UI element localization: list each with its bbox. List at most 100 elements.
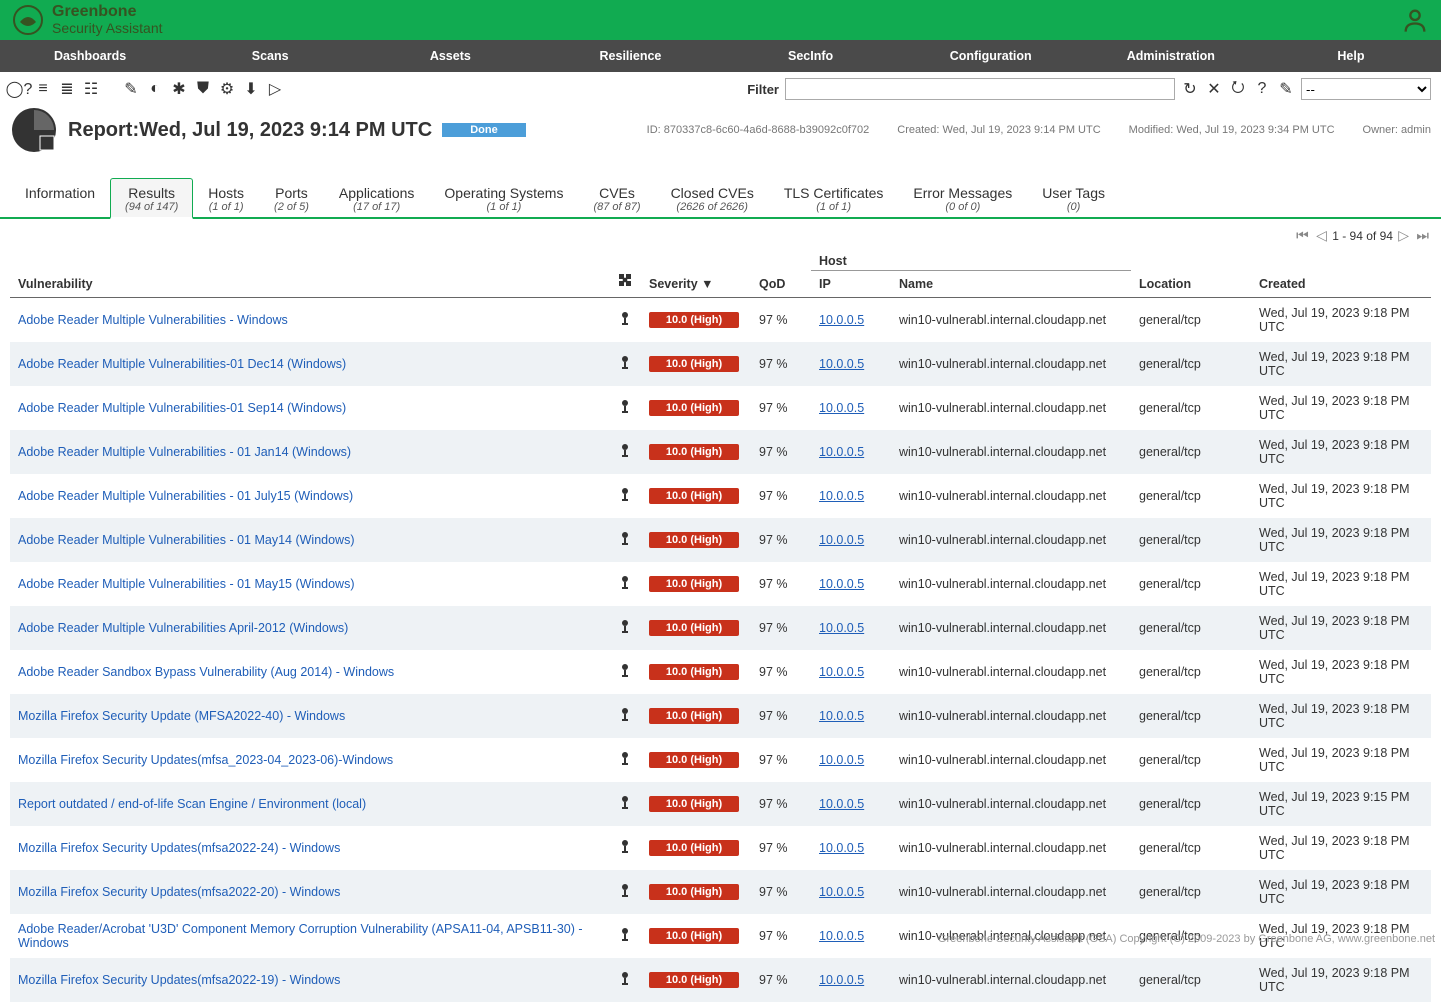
solution-type-icon[interactable]: [617, 707, 633, 723]
solution-type-icon[interactable]: [617, 575, 633, 591]
vulnerability-link[interactable]: Adobe Reader Multiple Vulnerabilities - …: [18, 313, 288, 327]
host-ip-link[interactable]: 10.0.0.5: [819, 665, 864, 679]
filter-refresh-icon[interactable]: ↻: [1181, 80, 1199, 98]
filter-reset-icon[interactable]: ⭮: [1229, 80, 1247, 98]
vulnerability-link[interactable]: Mozilla Firefox Security Updates(mfsa202…: [18, 973, 340, 987]
tab-tls-certificates[interactable]: TLS Certificates(1 of 1): [769, 178, 899, 217]
solution-type-icon[interactable]: [617, 883, 633, 899]
vulnerability-link[interactable]: Adobe Reader Multiple Vulnerabilities - …: [18, 489, 353, 503]
host-ip-link[interactable]: 10.0.0.5: [819, 357, 864, 371]
vulnerability-link[interactable]: Mozilla Firefox Security Updates(mfsa_20…: [18, 753, 393, 767]
host-ip-link[interactable]: 10.0.0.5: [819, 489, 864, 503]
filter-clear-icon[interactable]: ✕: [1205, 80, 1223, 98]
run-icon[interactable]: ▷: [266, 80, 284, 98]
tab-closed-cves[interactable]: Closed CVEs(2626 of 2626): [656, 178, 769, 217]
nav-assets[interactable]: Assets: [360, 40, 540, 72]
list-icon[interactable]: ≡: [34, 80, 52, 98]
nav-scans[interactable]: Scans: [180, 40, 360, 72]
vulnerability-link[interactable]: Adobe Reader Multiple Vulnerabilities - …: [18, 577, 355, 591]
filter-edit-icon[interactable]: ✎: [1277, 80, 1295, 98]
tab-user-tags[interactable]: User Tags(0): [1027, 178, 1120, 217]
nav-secinfo[interactable]: SecInfo: [721, 40, 901, 72]
bug-icon[interactable]: ✱: [170, 80, 188, 98]
solution-type-icon[interactable]: [617, 619, 633, 635]
solution-type-icon[interactable]: [617, 971, 633, 987]
vulnerability-link[interactable]: Adobe Reader Sandbox Bypass Vulnerabilit…: [18, 665, 394, 679]
nav-dashboards[interactable]: Dashboards: [0, 40, 180, 72]
solution-type-icon[interactable]: [617, 487, 633, 503]
tab-hosts[interactable]: Hosts(1 of 1): [193, 178, 259, 217]
pager-last-icon[interactable]: ⏭: [1414, 227, 1431, 243]
solution-type-icon[interactable]: [617, 751, 633, 767]
host-ip-link[interactable]: 10.0.0.5: [819, 973, 864, 987]
solution-type-icon[interactable]: [617, 399, 633, 415]
vulnerability-link[interactable]: Adobe Reader Multiple Vulnerabilities-01…: [18, 401, 346, 415]
download-icon[interactable]: ⬇: [242, 80, 260, 98]
target-icon[interactable]: ⚙: [218, 80, 236, 98]
filter-input[interactable]: [785, 78, 1175, 100]
solution-type-icon[interactable]: [617, 443, 633, 459]
tab-information[interactable]: Information: [10, 178, 110, 217]
filter-select[interactable]: --: [1301, 78, 1431, 100]
solution-type-icon[interactable]: [617, 311, 633, 327]
solution-type-icon[interactable]: [617, 355, 633, 371]
host-ip-link[interactable]: 10.0.0.5: [819, 885, 864, 899]
col-hostname[interactable]: Name: [891, 271, 1131, 298]
host-ip-link[interactable]: 10.0.0.5: [819, 621, 864, 635]
host-ip-link[interactable]: 10.0.0.5: [819, 445, 864, 459]
vulnerability-link[interactable]: Mozilla Firefox Security Updates(mfsa202…: [18, 841, 340, 855]
vulnerability-link[interactable]: Adobe Reader Multiple Vulnerabilities - …: [18, 445, 351, 459]
solution-type-icon[interactable]: [617, 663, 633, 679]
vulnerability-link[interactable]: Adobe Reader Multiple Vulnerabilities-01…: [18, 357, 346, 371]
vulnerability-link[interactable]: Mozilla Firefox Security Update (MFSA202…: [18, 709, 345, 723]
host-ip-link[interactable]: 10.0.0.5: [819, 313, 864, 327]
nav-administration[interactable]: Administration: [1081, 40, 1261, 72]
col-created[interactable]: Created: [1251, 248, 1431, 298]
filter-help-icon[interactable]: ?: [1253, 80, 1271, 98]
list2-icon[interactable]: ≣: [58, 80, 76, 98]
pager-next-icon[interactable]: ▷: [1396, 227, 1411, 243]
col-qod[interactable]: QoD: [751, 248, 811, 298]
nav-help[interactable]: Help: [1261, 40, 1441, 72]
user-menu-icon[interactable]: [1401, 6, 1429, 34]
col-location[interactable]: Location: [1131, 248, 1251, 298]
tab-cves[interactable]: CVEs(87 of 87): [578, 178, 655, 217]
host-ip-link[interactable]: 10.0.0.5: [819, 709, 864, 723]
host-ip-link[interactable]: 10.0.0.5: [819, 401, 864, 415]
vulnerability-link[interactable]: Adobe Reader Multiple Vulnerabilities - …: [18, 533, 355, 547]
vulnerability-link[interactable]: Adobe Reader/Acrobat 'U3D' Component Mem…: [18, 922, 583, 950]
solution-type-icon[interactable]: [617, 927, 633, 943]
tab-applications[interactable]: Applications(17 of 17): [324, 178, 430, 217]
host-ip-link[interactable]: 10.0.0.5: [819, 929, 864, 943]
help-icon[interactable]: ◯?: [10, 80, 28, 98]
nav-resilience[interactable]: Resilience: [540, 40, 720, 72]
col-ip[interactable]: IP: [811, 271, 891, 298]
world-icon[interactable]: ◐: [146, 80, 164, 98]
col-solution-icon[interactable]: [609, 248, 641, 298]
solution-type-icon[interactable]: [617, 795, 633, 811]
tab-ports[interactable]: Ports(2 of 5): [259, 178, 324, 217]
vulnerability-link[interactable]: Report outdated / end-of-life Scan Engin…: [18, 797, 366, 811]
toolbar-row: ◯? ≡ ≣ ☷ ✎ ◐ ✱ ⛊ ⚙ ⬇ ▷ Filter ↻ ✕ ⭮ ? ✎ …: [0, 72, 1441, 106]
pager-first-icon[interactable]: ⏮: [1294, 227, 1311, 243]
nav-configuration[interactable]: Configuration: [901, 40, 1081, 72]
host-ip-link[interactable]: 10.0.0.5: [819, 797, 864, 811]
tab-error-messages[interactable]: Error Messages(0 of 0): [898, 178, 1027, 217]
tab-operating-systems[interactable]: Operating Systems(1 of 1): [429, 178, 578, 217]
host-ip-link[interactable]: 10.0.0.5: [819, 533, 864, 547]
host-ip-link[interactable]: 10.0.0.5: [819, 841, 864, 855]
vulnerability-link[interactable]: Adobe Reader Multiple Vulnerabilities Ap…: [18, 621, 348, 635]
logo-area[interactable]: Greenbone Security Assistant: [12, 4, 163, 36]
add-note-icon[interactable]: ✎: [122, 80, 140, 98]
shield-icon[interactable]: ⛊: [194, 80, 212, 98]
host-ip-link[interactable]: 10.0.0.5: [819, 577, 864, 591]
col-vulnerability[interactable]: Vulnerability: [10, 248, 609, 298]
solution-type-icon[interactable]: [617, 531, 633, 547]
vulnerability-link[interactable]: Mozilla Firefox Security Updates(mfsa202…: [18, 885, 340, 899]
list3-icon[interactable]: ☷: [82, 80, 100, 98]
pager-prev-icon[interactable]: ◁: [1314, 227, 1329, 243]
solution-type-icon[interactable]: [617, 839, 633, 855]
tab-results[interactable]: Results(94 of 147): [110, 178, 193, 219]
host-ip-link[interactable]: 10.0.0.5: [819, 753, 864, 767]
col-severity[interactable]: Severity ▼: [641, 248, 751, 298]
